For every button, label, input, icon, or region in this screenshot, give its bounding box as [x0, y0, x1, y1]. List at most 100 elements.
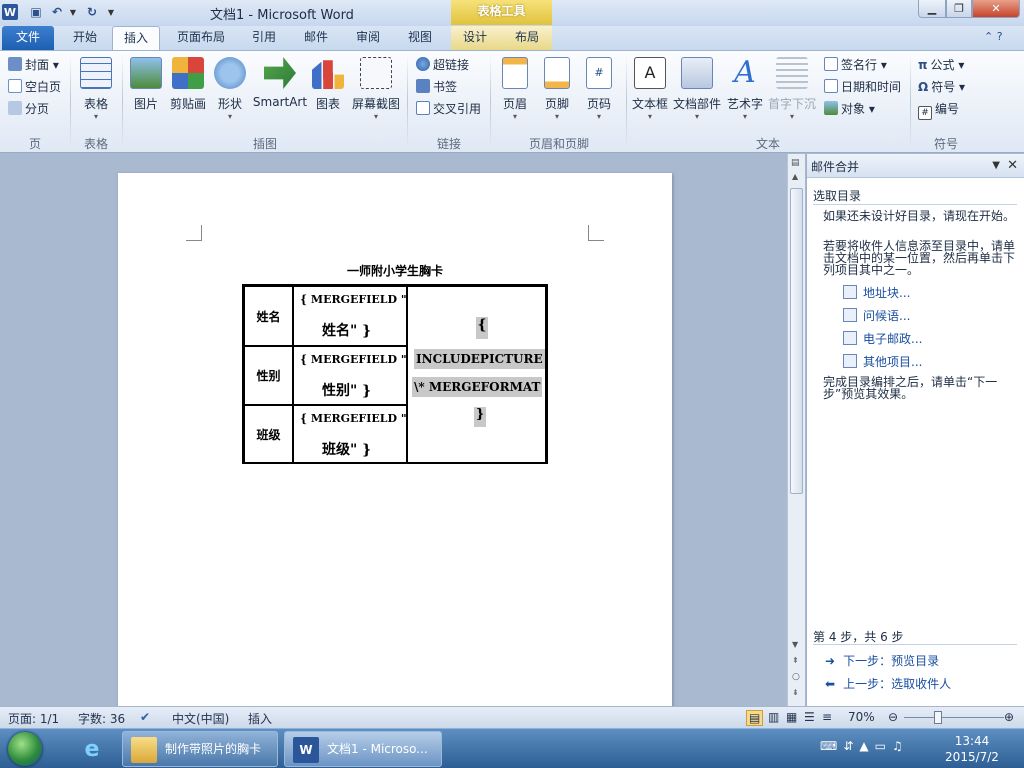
screenshot-button[interactable]: 屏幕截图 ▾: [348, 55, 404, 131]
cover-page-button[interactable]: 封面 ▾: [8, 55, 59, 75]
table-cell-label[interactable]: 班级: [244, 405, 293, 464]
clipart-button[interactable]: 剪贴画: [166, 55, 210, 131]
electronic-postage-link[interactable]: 电子邮政...: [843, 330, 922, 347]
footer-button[interactable]: 页脚 ▾: [538, 55, 576, 131]
tab-page-layout[interactable]: 页面布局: [168, 26, 234, 50]
save-icon[interactable]: ▣: [28, 4, 44, 20]
keyboard-icon[interactable]: ⌨: [820, 739, 843, 753]
ruler-toggle-icon[interactable]: ▤: [791, 158, 800, 168]
scrollbar-thumb[interactable]: [790, 188, 803, 494]
zoom-in-icon[interactable]: ⊕: [1004, 710, 1014, 724]
language-indicator[interactable]: 中文(中国): [172, 710, 229, 727]
word-app-icon[interactable]: W: [2, 4, 18, 20]
date-time-button[interactable]: 日期和时间: [824, 77, 901, 97]
signature-line-button[interactable]: 签名行 ▾: [824, 55, 887, 75]
volume-icon[interactable]: ♫: [892, 739, 909, 753]
maximize-button[interactable]: ❐: [946, 0, 972, 18]
next-step-link[interactable]: ➜ 下一步：预览目录: [825, 652, 939, 669]
task-pane-menu-icon[interactable]: ▼: [992, 160, 1000, 171]
next-page-icon[interactable]: ⇟: [792, 688, 799, 697]
document-heading[interactable]: 一师附小学生胸卡: [118, 262, 672, 279]
scroll-up-icon[interactable]: ▲: [792, 172, 798, 181]
photo-cell[interactable]: { INCLUDEPICTURE \* MERGEFORMAT }: [407, 286, 546, 464]
task-pane-close-icon[interactable]: ✕: [1007, 158, 1018, 173]
tab-file[interactable]: 文件: [2, 26, 54, 50]
vertical-scrollbar[interactable]: ▤ ▲ ▼ ⇞ ○ ⇟: [787, 154, 805, 706]
system-tray[interactable]: ⌨⇵▲▭♫: [820, 739, 909, 753]
taskbar-word-window[interactable]: W 文档1 - Microso...: [284, 731, 442, 767]
cross-reference-button[interactable]: 交叉引用: [416, 99, 481, 119]
table-button[interactable]: 表格 ▾: [74, 55, 118, 131]
symbol-button[interactable]: Ω 符号 ▾: [918, 77, 965, 97]
address-block-link[interactable]: 地址块...: [843, 284, 910, 301]
web-layout-icon[interactable]: ▦: [786, 710, 797, 724]
table-cell-label[interactable]: 姓名: [244, 286, 293, 346]
redo-icon[interactable]: ↻: [84, 4, 100, 20]
shapes-button[interactable]: 形状 ▾: [212, 55, 248, 131]
equation-button[interactable]: π 公式 ▾: [918, 55, 964, 75]
print-layout-icon[interactable]: ▤: [746, 710, 764, 726]
bookmark-button[interactable]: 书签: [416, 77, 457, 97]
wordart-button[interactable]: A 艺术字 ▾: [724, 55, 766, 131]
document-page[interactable]: 一师附小学生胸卡 姓名 { MERGEFIELD " 姓名" } 性别 { ME…: [118, 173, 672, 713]
close-button[interactable]: ✕: [972, 0, 1020, 18]
outline-icon[interactable]: ☰: [804, 710, 815, 724]
undo-dropdown-icon[interactable]: ▼: [68, 4, 78, 20]
show-hidden-icon[interactable]: ▲: [859, 739, 874, 753]
insert-mode-indicator[interactable]: 插入: [248, 710, 272, 727]
badge-table[interactable]: 姓名 { MERGEFIELD " 姓名" } 性别 { MERGEFIELD …: [242, 284, 548, 464]
page-break-button[interactable]: 分页: [8, 99, 49, 119]
zoom-slider[interactable]: [904, 717, 1004, 718]
tab-references[interactable]: 引用: [242, 26, 286, 50]
browse-object-icon[interactable]: ○: [792, 672, 800, 682]
proofing-icon[interactable]: ✔: [140, 710, 150, 724]
tab-home[interactable]: 开始: [62, 26, 108, 50]
network-icon[interactable]: ⇵: [843, 739, 859, 753]
draft-icon[interactable]: ≡: [822, 710, 832, 724]
picture-button[interactable]: 图片: [128, 55, 164, 131]
clock[interactable]: 13:44 2015/7/2: [936, 733, 1008, 765]
page-number-button[interactable]: # 页码 ▾: [580, 55, 618, 131]
tab-view[interactable]: 视图: [398, 26, 442, 50]
scroll-down-icon[interactable]: ▼: [792, 640, 798, 649]
internet-explorer-icon[interactable]: e: [68, 731, 116, 767]
textbox-button[interactable]: A 文本框 ▾: [630, 55, 670, 131]
chart-button[interactable]: 图表: [312, 55, 344, 131]
divider: [813, 644, 1017, 645]
drop-cap-button[interactable]: 首字下沉 ▾: [768, 55, 816, 131]
merge-field-cell[interactable]: { MERGEFIELD " 班级" }: [293, 405, 407, 464]
zoom-level[interactable]: 70%: [848, 710, 875, 724]
object-button[interactable]: 对象 ▾: [824, 99, 875, 119]
header-button[interactable]: 页眉 ▾: [496, 55, 534, 131]
merge-field-cell[interactable]: { MERGEFIELD " 姓名" }: [293, 286, 407, 346]
taskbar-folder-window[interactable]: 制作带照片的胸卡: [122, 731, 278, 767]
start-button[interactable]: [8, 732, 42, 766]
customize-qat-icon[interactable]: ▼: [106, 4, 116, 20]
zoom-out-icon[interactable]: ⊖: [888, 710, 898, 724]
tab-review[interactable]: 审阅: [346, 26, 390, 50]
tab-design[interactable]: 设计: [454, 26, 496, 50]
tab-mailings[interactable]: 邮件: [294, 26, 338, 50]
page-count[interactable]: 页面: 1/1: [8, 710, 59, 727]
monitor-icon[interactable]: ▭: [875, 739, 892, 753]
numbering-button[interactable]: # 编号: [918, 99, 959, 120]
tab-insert[interactable]: 插入: [112, 26, 160, 50]
merge-field-cell[interactable]: { MERGEFIELD " 性别" }: [293, 346, 407, 405]
previous-page-icon[interactable]: ⇞: [792, 656, 799, 665]
tab-layout[interactable]: 布局: [506, 26, 548, 50]
blank-page-button[interactable]: 空白页: [8, 77, 61, 97]
greeting-line-link[interactable]: 问候语...: [843, 307, 910, 324]
previous-step-link[interactable]: ⬅ 上一步：选取收件人: [825, 675, 951, 692]
document-area[interactable]: 一师附小学生胸卡 姓名 { MERGEFIELD " 姓名" } 性别 { ME…: [0, 154, 786, 713]
more-items-link[interactable]: 其他项目...: [843, 353, 922, 370]
table-cell-label[interactable]: 性别: [244, 346, 293, 405]
hyperlink-button[interactable]: 超链接: [416, 55, 469, 75]
word-count[interactable]: 字数: 36: [78, 710, 125, 727]
quick-parts-button[interactable]: 文档部件 ▾: [672, 55, 722, 131]
zoom-slider-thumb[interactable]: [934, 711, 942, 724]
minimize-button[interactable]: ▁: [918, 0, 946, 18]
undo-icon[interactable]: ↶: [49, 4, 65, 20]
smartart-button[interactable]: SmartArt: [252, 55, 308, 131]
full-screen-reading-icon[interactable]: ▥: [768, 710, 779, 724]
help-icon[interactable]: ⌃ ?: [984, 30, 1003, 43]
